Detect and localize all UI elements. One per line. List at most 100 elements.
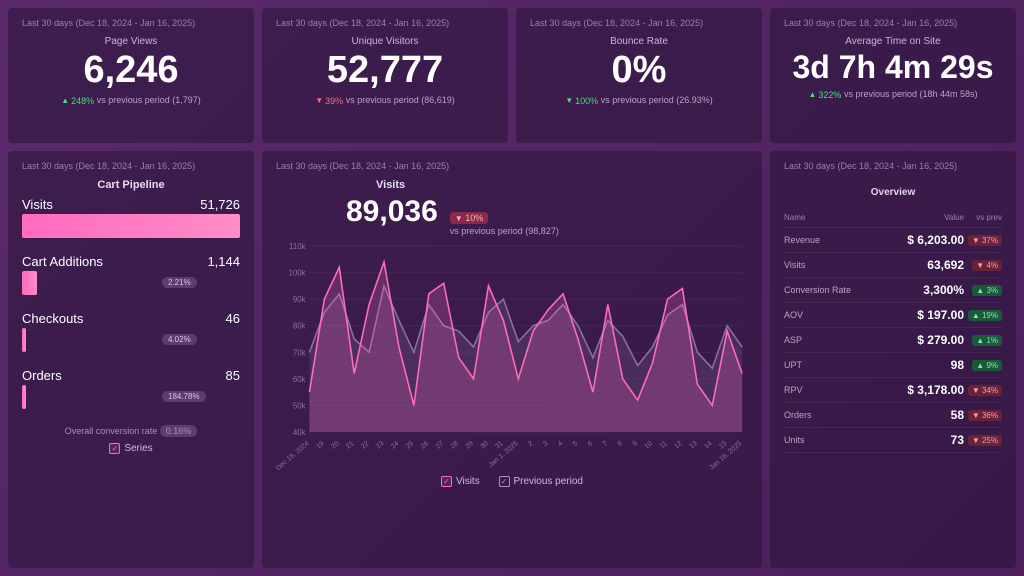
svg-text:15: 15 bbox=[718, 440, 728, 451]
svg-text:14: 14 bbox=[703, 440, 713, 451]
dashboard-grid: Last 30 days (Dec 18, 2024 - Jan 16, 202… bbox=[8, 8, 1016, 568]
svg-text:Dec 18, 2024: Dec 18, 2024 bbox=[276, 440, 311, 470]
checkbox-icon[interactable]: ✓ bbox=[441, 476, 452, 487]
svg-text:110k: 110k bbox=[289, 242, 305, 251]
svg-text:29: 29 bbox=[464, 440, 474, 451]
svg-text:70k: 70k bbox=[293, 348, 306, 357]
overview-row: Conversion Rate3,300%▲ 3% bbox=[784, 278, 1002, 303]
funnel-stage: Orders85 bbox=[22, 368, 240, 383]
funnel-stage: Cart Additions1,144 bbox=[22, 254, 240, 269]
svg-text:19: 19 bbox=[315, 440, 325, 451]
kpi-title: Page Views bbox=[22, 36, 240, 47]
funnel-pct-badge: 184.78% bbox=[162, 391, 206, 402]
overview-row: Revenue$ 6,203.00▼ 37% bbox=[784, 228, 1002, 253]
overview-row: RPV$ 3,178.00▼ 34% bbox=[784, 378, 1002, 403]
funnel-bar: 184.78% bbox=[22, 385, 240, 413]
kpi-page-views[interactable]: Last 30 days (Dec 18, 2024 - Jan 16, 202… bbox=[8, 8, 254, 143]
kpi-change: ▲248% vs previous period (1,797) bbox=[22, 95, 240, 106]
trend-up-icon: ▲322% bbox=[808, 90, 841, 100]
kpi-change: ▲322% vs previous period (18h 44m 58s) bbox=[784, 89, 1002, 100]
chart-legend: ✓Visits ✓Previous period bbox=[276, 476, 748, 487]
overview-card[interactable]: Last 30 days (Dec 18, 2024 - Jan 16, 202… bbox=[770, 151, 1016, 568]
svg-text:6: 6 bbox=[587, 440, 594, 448]
chart-note: vs previous period (98,827) bbox=[450, 226, 559, 236]
svg-text:12: 12 bbox=[673, 440, 683, 451]
svg-text:9: 9 bbox=[632, 440, 639, 448]
trend-down-icon: ▼39% bbox=[315, 96, 343, 106]
svg-text:10: 10 bbox=[644, 440, 654, 451]
svg-text:50k: 50k bbox=[293, 401, 306, 410]
cart-pipeline-card[interactable]: Last 30 days (Dec 18, 2024 - Jan 16, 202… bbox=[8, 151, 254, 568]
trend-down-badge: ▼ 10% bbox=[450, 212, 488, 224]
kpi-avg-time[interactable]: Last 30 days (Dec 18, 2024 - Jan 16, 202… bbox=[770, 8, 1016, 143]
svg-text:2: 2 bbox=[527, 440, 534, 448]
svg-text:30: 30 bbox=[479, 440, 489, 451]
svg-text:4: 4 bbox=[557, 440, 564, 448]
svg-text:26: 26 bbox=[420, 440, 430, 451]
svg-text:90k: 90k bbox=[293, 295, 306, 304]
visits-chart-card[interactable]: Last 30 days (Dec 18, 2024 - Jan 16, 202… bbox=[262, 151, 762, 568]
funnel-title: Cart Pipeline bbox=[22, 179, 240, 191]
chart-header: 89,036 ▼ 10% vs previous period (98,827) bbox=[276, 195, 748, 236]
svg-text:8: 8 bbox=[617, 440, 624, 448]
funnel-bar: 2.21% bbox=[22, 271, 240, 299]
funnel-bar bbox=[22, 214, 240, 242]
funnel-pct-badge: 2.21% bbox=[162, 277, 197, 288]
svg-text:20: 20 bbox=[330, 440, 340, 451]
overview-row: Orders58▼ 36% bbox=[784, 403, 1002, 428]
overview-row: AOV$ 197.00▲ 19% bbox=[784, 303, 1002, 328]
svg-text:11: 11 bbox=[659, 440, 669, 450]
kpi-title: Unique Visitors bbox=[276, 36, 494, 47]
funnel-legend: ✓Series bbox=[22, 443, 240, 454]
svg-text:60k: 60k bbox=[293, 375, 306, 384]
trend-down-good-icon: ▼100% bbox=[565, 96, 598, 106]
date-range: Last 30 days (Dec 18, 2024 - Jan 16, 202… bbox=[530, 18, 748, 28]
date-range: Last 30 days (Dec 18, 2024 - Jan 16, 202… bbox=[276, 18, 494, 28]
checkbox-icon[interactable]: ✓ bbox=[109, 443, 120, 454]
date-range: Last 30 days (Dec 18, 2024 - Jan 16, 202… bbox=[784, 161, 1002, 171]
kpi-change: ▼39% vs previous period (86,619) bbox=[276, 95, 494, 106]
svg-text:23: 23 bbox=[375, 440, 385, 451]
overview-row: UPT98▲ 9% bbox=[784, 353, 1002, 378]
kpi-value: 0% bbox=[530, 51, 748, 89]
chart-plot: 110k 100k 90k 80k 70k 60k 50k 40k Dec 18, 2024 19… bbox=[276, 240, 748, 470]
trend-up-icon: ▲248% bbox=[61, 96, 94, 106]
funnel-stage: Checkouts46 bbox=[22, 311, 240, 326]
date-range: Last 30 days (Dec 18, 2024 - Jan 16, 202… bbox=[784, 18, 1002, 28]
overview-header: Name Value vs prev bbox=[784, 208, 1002, 228]
svg-text:27: 27 bbox=[435, 440, 445, 451]
svg-text:80k: 80k bbox=[293, 322, 306, 331]
svg-text:25: 25 bbox=[405, 440, 415, 451]
overview-row: Units73▼ 25% bbox=[784, 428, 1002, 453]
funnel-bar: 4.02% bbox=[22, 328, 240, 356]
svg-text:22: 22 bbox=[360, 440, 370, 451]
overview-body: Revenue$ 6,203.00▼ 37%Visits63,692▼ 4%Co… bbox=[784, 228, 1002, 453]
kpi-title: Bounce Rate bbox=[530, 36, 748, 47]
svg-text:100k: 100k bbox=[288, 269, 305, 278]
svg-text:40k: 40k bbox=[293, 428, 306, 437]
svg-text:5: 5 bbox=[572, 440, 579, 448]
overview-row: Visits63,692▼ 4% bbox=[784, 253, 1002, 278]
overall-conversion-badge: 0.16% bbox=[160, 425, 198, 437]
kpi-bounce-rate[interactable]: Last 30 days (Dec 18, 2024 - Jan 16, 202… bbox=[516, 8, 762, 143]
date-range: Last 30 days (Dec 18, 2024 - Jan 16, 202… bbox=[22, 161, 240, 171]
checkbox-icon[interactable]: ✓ bbox=[499, 476, 510, 487]
svg-text:3: 3 bbox=[542, 440, 549, 448]
chart-title: Visits bbox=[376, 179, 748, 191]
funnel-pct-badge: 4.02% bbox=[162, 334, 197, 345]
svg-text:24: 24 bbox=[390, 440, 400, 451]
funnel-footer: Overall conversion rate 0.16% bbox=[22, 425, 240, 437]
funnel-body: Visits51,726 Cart Additions1,144 2.21% Chec… bbox=[22, 197, 240, 413]
date-range: Last 30 days (Dec 18, 2024 - Jan 16, 202… bbox=[22, 18, 240, 28]
kpi-unique-visitors[interactable]: Last 30 days (Dec 18, 2024 - Jan 16, 202… bbox=[262, 8, 508, 143]
svg-text:28: 28 bbox=[450, 440, 460, 451]
date-range: Last 30 days (Dec 18, 2024 - Jan 16, 202… bbox=[276, 161, 748, 171]
overview-row: ASP$ 279.00▲ 1% bbox=[784, 328, 1002, 353]
funnel-stage: Visits51,726 bbox=[22, 197, 240, 212]
kpi-value: 6,246 bbox=[22, 51, 240, 89]
kpi-value: 3d 7h 4m 29s bbox=[784, 51, 1002, 83]
svg-text:7: 7 bbox=[602, 440, 609, 448]
svg-text:13: 13 bbox=[688, 440, 698, 451]
svg-text:21: 21 bbox=[345, 440, 355, 451]
kpi-change: ▼100% vs previous period (26.93%) bbox=[530, 95, 748, 106]
